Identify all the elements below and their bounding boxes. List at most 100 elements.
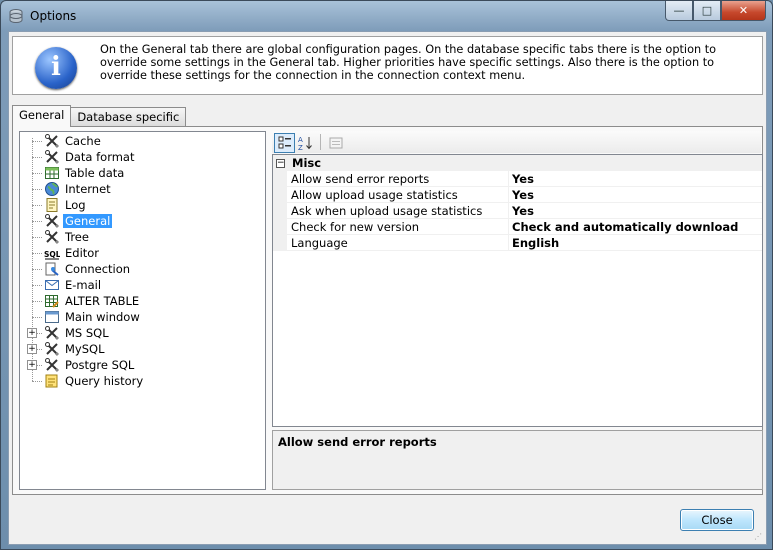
tree-line (32, 285, 42, 286)
grid-category[interactable]: − Misc (273, 155, 762, 171)
info-panel: i On the General tab there are global co… (12, 36, 763, 95)
expand-icon[interactable]: + (27, 344, 37, 354)
tree-item-cache[interactable]: Cache (44, 133, 103, 149)
minimize-icon: — (673, 4, 685, 17)
tree-item-label: Internet (65, 182, 111, 196)
property-row[interactable]: Check for new version Check and automatic… (273, 219, 762, 235)
property-row[interactable]: Allow send error reports Yes (273, 171, 762, 187)
tab-panel: Cache Data format Table data Internet Log Gen… (12, 126, 763, 495)
table-edit-icon (44, 293, 60, 309)
property-name: Allow upload usage statistics (291, 188, 458, 202)
tree-line (32, 381, 42, 382)
tree-item-label: Postgre SQL (65, 358, 135, 372)
window-icon (44, 309, 60, 325)
expand-icon[interactable]: + (27, 328, 37, 338)
row-gutter (273, 171, 287, 187)
tree-item-label: Editor (65, 246, 100, 260)
tree-item-label: Query history (65, 374, 144, 388)
tools-icon (44, 229, 60, 245)
tree-item-log[interactable]: Log (44, 197, 88, 213)
column-divider[interactable] (508, 203, 509, 219)
property-value[interactable]: Check and automatically download (512, 220, 738, 234)
tree-item-editor[interactable]: SQL Editor (44, 245, 101, 261)
minimize-button[interactable]: — (665, 1, 693, 21)
property-row[interactable]: Language English (273, 235, 762, 251)
help-title: Allow send error reports (278, 435, 437, 449)
tree-item-query-history[interactable]: Query history (44, 373, 145, 389)
envelope-icon (44, 277, 60, 293)
tab-database-specific[interactable]: Database specific (70, 107, 187, 126)
tree-item-connection[interactable]: Connection (44, 261, 132, 277)
row-divider (287, 250, 762, 251)
tools-icon (44, 357, 60, 373)
tree-item-main-window[interactable]: Main window (44, 309, 142, 325)
property-row[interactable]: Ask when upload usage statistics Yes (273, 203, 762, 219)
tree-item-label: Main window (65, 310, 140, 324)
property-pages-button[interactable] (325, 133, 346, 153)
expand-icon[interactable]: + (27, 360, 37, 370)
tree-item-label: Log (65, 198, 86, 212)
title-bar[interactable]: Options — □ ✕ (1, 1, 772, 31)
tree-item-label: ALTER TABLE (65, 294, 140, 308)
property-name: Allow send error reports (291, 172, 430, 186)
info-text: On the General tab there are global conf… (100, 43, 717, 82)
dialog-client-area: i On the General tab there are global co… (8, 31, 767, 545)
close-button[interactable]: Close (680, 509, 754, 531)
tree-line (32, 157, 42, 158)
property-value[interactable]: Yes (512, 172, 534, 186)
tab-general[interactable]: General (12, 105, 72, 127)
options-tree[interactable]: Cache Data format Table data Internet Log Gen… (19, 131, 266, 490)
tree-item-mysql[interactable]: MySQL (44, 341, 107, 357)
resize-grip-icon[interactable]: ⋰ (754, 532, 764, 542)
tree-line (32, 301, 42, 302)
sort-alphabetical-button[interactable]: A Z (295, 133, 316, 153)
row-gutter (273, 187, 287, 203)
tree-item-label: Table data (65, 166, 125, 180)
tree-item-data-format[interactable]: Data format (44, 149, 136, 165)
column-divider[interactable] (508, 187, 509, 203)
property-row[interactable]: Allow upload usage statistics Yes (273, 187, 762, 203)
connection-icon (44, 261, 60, 277)
tree-item-ms-sql[interactable]: MS SQL (44, 325, 111, 341)
svg-text:Z: Z (298, 144, 303, 151)
close-window-button[interactable]: ✕ (721, 1, 766, 21)
tree-item-label: MS SQL (65, 326, 109, 340)
column-divider[interactable] (508, 171, 509, 187)
collapse-icon[interactable]: − (276, 159, 285, 168)
log-icon (44, 197, 60, 213)
tree-line (32, 317, 42, 318)
property-value[interactable]: English (512, 236, 559, 250)
sort-az-icon: A Z (298, 136, 312, 151)
property-name: Ask when upload usage statistics (291, 204, 483, 218)
tree-line (32, 205, 42, 206)
tree-item-table-data[interactable]: Table data (44, 165, 126, 181)
svg-text:SQL: SQL (44, 250, 60, 259)
close-icon: ✕ (738, 4, 749, 17)
tree-line (32, 221, 42, 222)
property-value[interactable]: Yes (512, 188, 534, 202)
toolbar-separator (320, 134, 321, 150)
tree-item-e-mail[interactable]: E-mail (44, 277, 103, 293)
row-gutter (273, 203, 287, 219)
tree-item-label: Connection (65, 262, 131, 276)
tree-line (32, 141, 42, 142)
property-help-panel: Allow send error reports (272, 430, 763, 490)
property-name: Check for new version (291, 220, 420, 234)
row-gutter (273, 235, 287, 251)
tree-item-tree[interactable]: Tree (44, 229, 91, 245)
grid-category-label: Misc (292, 156, 322, 170)
property-pages-icon (329, 137, 342, 149)
tree-item-label: Data format (65, 150, 135, 164)
tree-item-alter-table[interactable]: ALTER TABLE (44, 293, 141, 309)
column-divider[interactable] (508, 219, 509, 235)
globe-icon (44, 181, 60, 197)
tree-item-postgre-sql[interactable]: Postgre SQL (44, 357, 136, 373)
categorized-icon (278, 136, 291, 149)
tools-icon (44, 133, 60, 149)
maximize-button[interactable]: □ (693, 1, 721, 21)
property-value[interactable]: Yes (512, 204, 534, 218)
categorized-button[interactable] (274, 133, 295, 153)
tree-item-internet[interactable]: Internet (44, 181, 113, 197)
column-divider[interactable] (508, 235, 509, 251)
tree-item-general[interactable]: General (44, 213, 113, 229)
